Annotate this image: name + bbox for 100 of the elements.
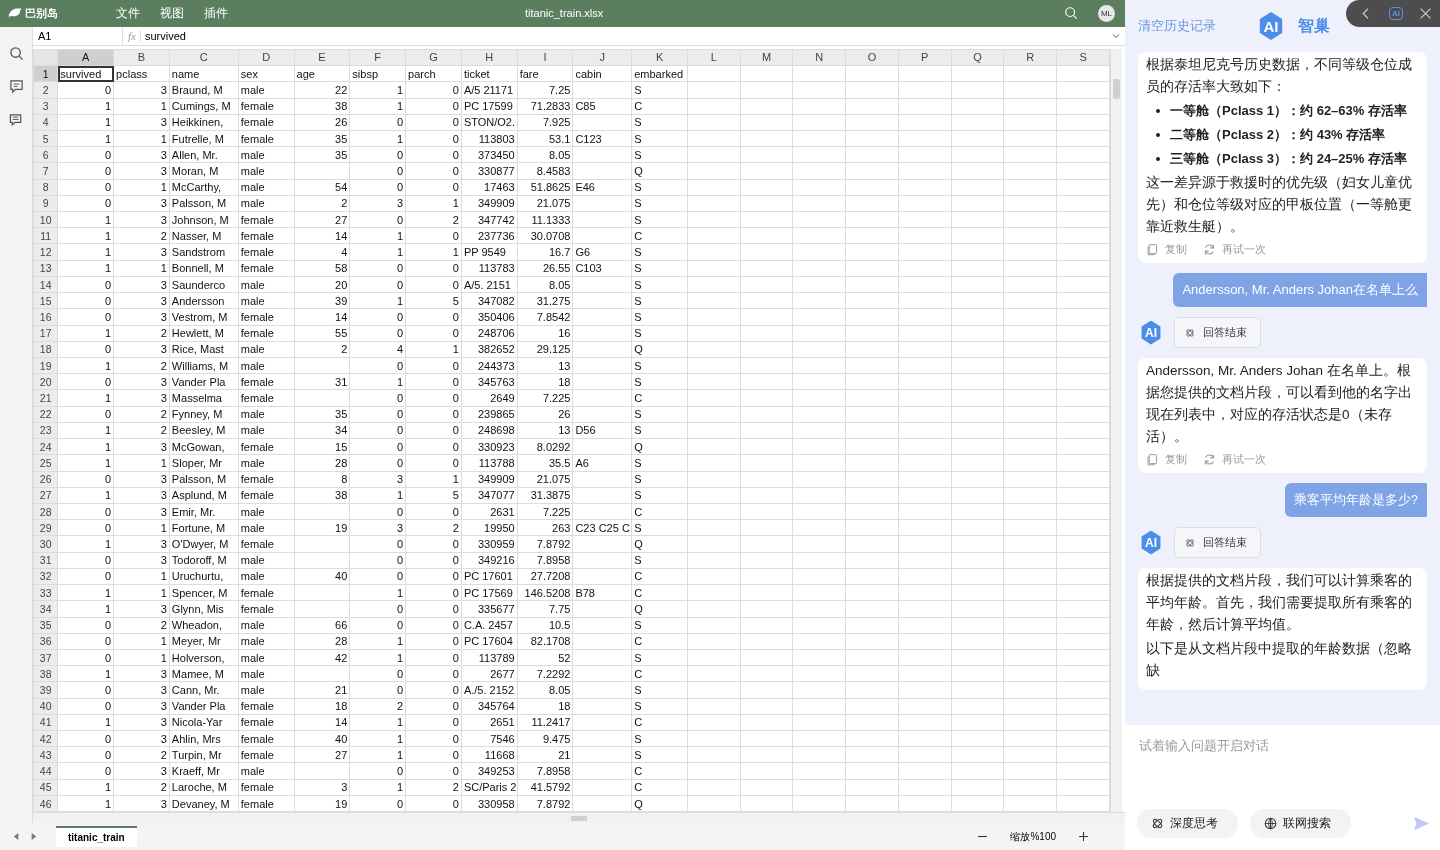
table-cell: 3 <box>160 797 167 810</box>
table-cell: Bonnell, M <box>171 262 224 275</box>
table-cell: 2 <box>160 748 167 761</box>
zoom-in-icon[interactable] <box>1078 831 1089 843</box>
table-cell: female <box>240 538 274 550</box>
table-cell: 3 <box>160 700 167 713</box>
column-header[interactable]: J <box>572 49 632 66</box>
table-cell: 248698 <box>477 424 515 437</box>
column-header[interactable]: R <box>1003 49 1057 66</box>
column-header[interactable]: F <box>349 49 406 66</box>
search-icon[interactable] <box>1064 6 1078 21</box>
column-header[interactable]: O <box>845 49 899 66</box>
table-cell: 0 <box>397 116 404 129</box>
bullet-icon <box>1156 157 1160 161</box>
table-cell: S <box>634 132 642 145</box>
table-cell: A./5. 2152 <box>463 684 515 696</box>
table-cell: S <box>634 748 642 761</box>
table-cell: C <box>634 716 643 729</box>
table-cell: 13 <box>558 359 571 372</box>
table-cell: 1 <box>104 424 112 437</box>
table-cell: 2 <box>160 781 167 794</box>
formula-field[interactable]: survived <box>140 29 1111 42</box>
table-cell: 1 <box>397 635 404 648</box>
column-header[interactable]: B <box>113 49 170 66</box>
table-cell: male <box>240 619 265 632</box>
next-sheet-icon[interactable] <box>29 832 38 842</box>
table-cell: 41.5792 <box>530 781 571 794</box>
table-cell: Moran, M <box>171 165 219 177</box>
column-header[interactable]: K <box>631 49 688 66</box>
menu-item[interactable]: 文件 <box>116 5 140 21</box>
table-cell: S <box>634 619 642 632</box>
table-cell: 0 <box>104 635 112 648</box>
question-input[interactable]: 试着输入问题开启对话 <box>1137 737 1430 755</box>
column-header[interactable]: P <box>898 49 952 66</box>
column-header[interactable]: A <box>57 49 114 66</box>
refresh-icon[interactable] <box>1203 453 1216 466</box>
copy-icon[interactable] <box>1146 453 1159 466</box>
table-cell: Uruchurtu, <box>171 570 224 583</box>
column-header[interactable]: D <box>238 49 295 66</box>
column-header[interactable]: I <box>517 49 573 66</box>
column-header[interactable]: M <box>740 49 793 66</box>
menu-item[interactable]: 视图 <box>160 5 184 21</box>
table-cell: 7.8958 <box>536 554 571 567</box>
table-cell: 349909 <box>477 473 515 486</box>
refresh-icon[interactable] <box>1203 243 1216 256</box>
table-cell: 19 <box>335 521 348 534</box>
table-cell: 347742 <box>477 213 515 226</box>
table-cell: PC 17604 <box>463 635 513 648</box>
table-cell: age <box>296 67 315 80</box>
table-cell: 3 <box>160 538 167 550</box>
copy-icon[interactable] <box>1146 243 1159 256</box>
table-cell: 3 <box>341 781 348 794</box>
table-cell: 0 <box>452 554 459 567</box>
table-cell: 7.225 <box>542 505 571 518</box>
close-icon[interactable] <box>1419 7 1432 20</box>
table-cell: 1 <box>160 456 167 469</box>
table-cell: 373450 <box>477 148 515 161</box>
menu-item[interactable]: 插件 <box>204 5 228 21</box>
table-cell: 31 <box>335 375 348 388</box>
scrollbar-thumb[interactable] <box>571 815 587 821</box>
table-cell: female <box>240 440 274 453</box>
tool-button[interactable]: 联网搜索 <box>1250 809 1351 838</box>
tool-button[interactable]: 深度思考 <box>1137 809 1238 838</box>
answer-text: 根据提供的文档片段，我们可以计算乘客的平均年龄。首先，我们需要提取所有乘客的年龄，然后计算平均值。 <box>1146 572 1413 634</box>
chat-list-icon[interactable] <box>8 112 24 127</box>
zoom-level: 缩放%100 <box>1010 829 1056 844</box>
column-header[interactable]: S <box>1056 49 1110 66</box>
table-cell: S <box>634 83 642 96</box>
column-header[interactable]: G <box>405 49 462 66</box>
table-cell: 3 <box>160 343 167 356</box>
scrollbar-thumb[interactable] <box>1113 78 1120 99</box>
table-cell: 0 <box>452 619 459 632</box>
table-cell: 4 <box>341 246 348 259</box>
previous-sheet-icon[interactable] <box>12 832 21 842</box>
column-header[interactable]: N <box>792 49 846 66</box>
table-cell: 0 <box>452 424 459 437</box>
table-cell: Mamee, M <box>171 667 224 680</box>
atom-icon <box>1185 537 1195 548</box>
table-cell: S <box>634 732 642 745</box>
user-avatar[interactable]: ML <box>1098 4 1115 22</box>
table-cell: embarked <box>634 67 684 80</box>
column-header[interactable]: C <box>169 49 239 66</box>
table-cell: O'Dwyer, M <box>171 538 229 550</box>
column-header[interactable]: H <box>461 49 518 66</box>
table-cell: 0 <box>104 765 112 778</box>
status-chip: 回答结束 <box>1174 527 1261 558</box>
column-header[interactable]: E <box>294 49 350 66</box>
table-cell: 13 <box>558 424 571 437</box>
table-cell: S <box>634 148 642 161</box>
table-cell: male <box>240 181 265 194</box>
sheet-tab[interactable]: titanic_train <box>56 826 137 848</box>
column-header[interactable]: Q <box>951 49 1004 66</box>
search-icon[interactable] <box>8 46 24 61</box>
name-box[interactable]: A1 <box>33 26 123 45</box>
comment-icon[interactable] <box>8 79 24 94</box>
table-cell: 1 <box>397 229 404 242</box>
table-cell: 330877 <box>477 165 515 177</box>
table-cell: 3 <box>160 148 167 161</box>
column-header[interactable]: L <box>687 49 741 66</box>
table-cell: 53.1 <box>549 132 571 145</box>
